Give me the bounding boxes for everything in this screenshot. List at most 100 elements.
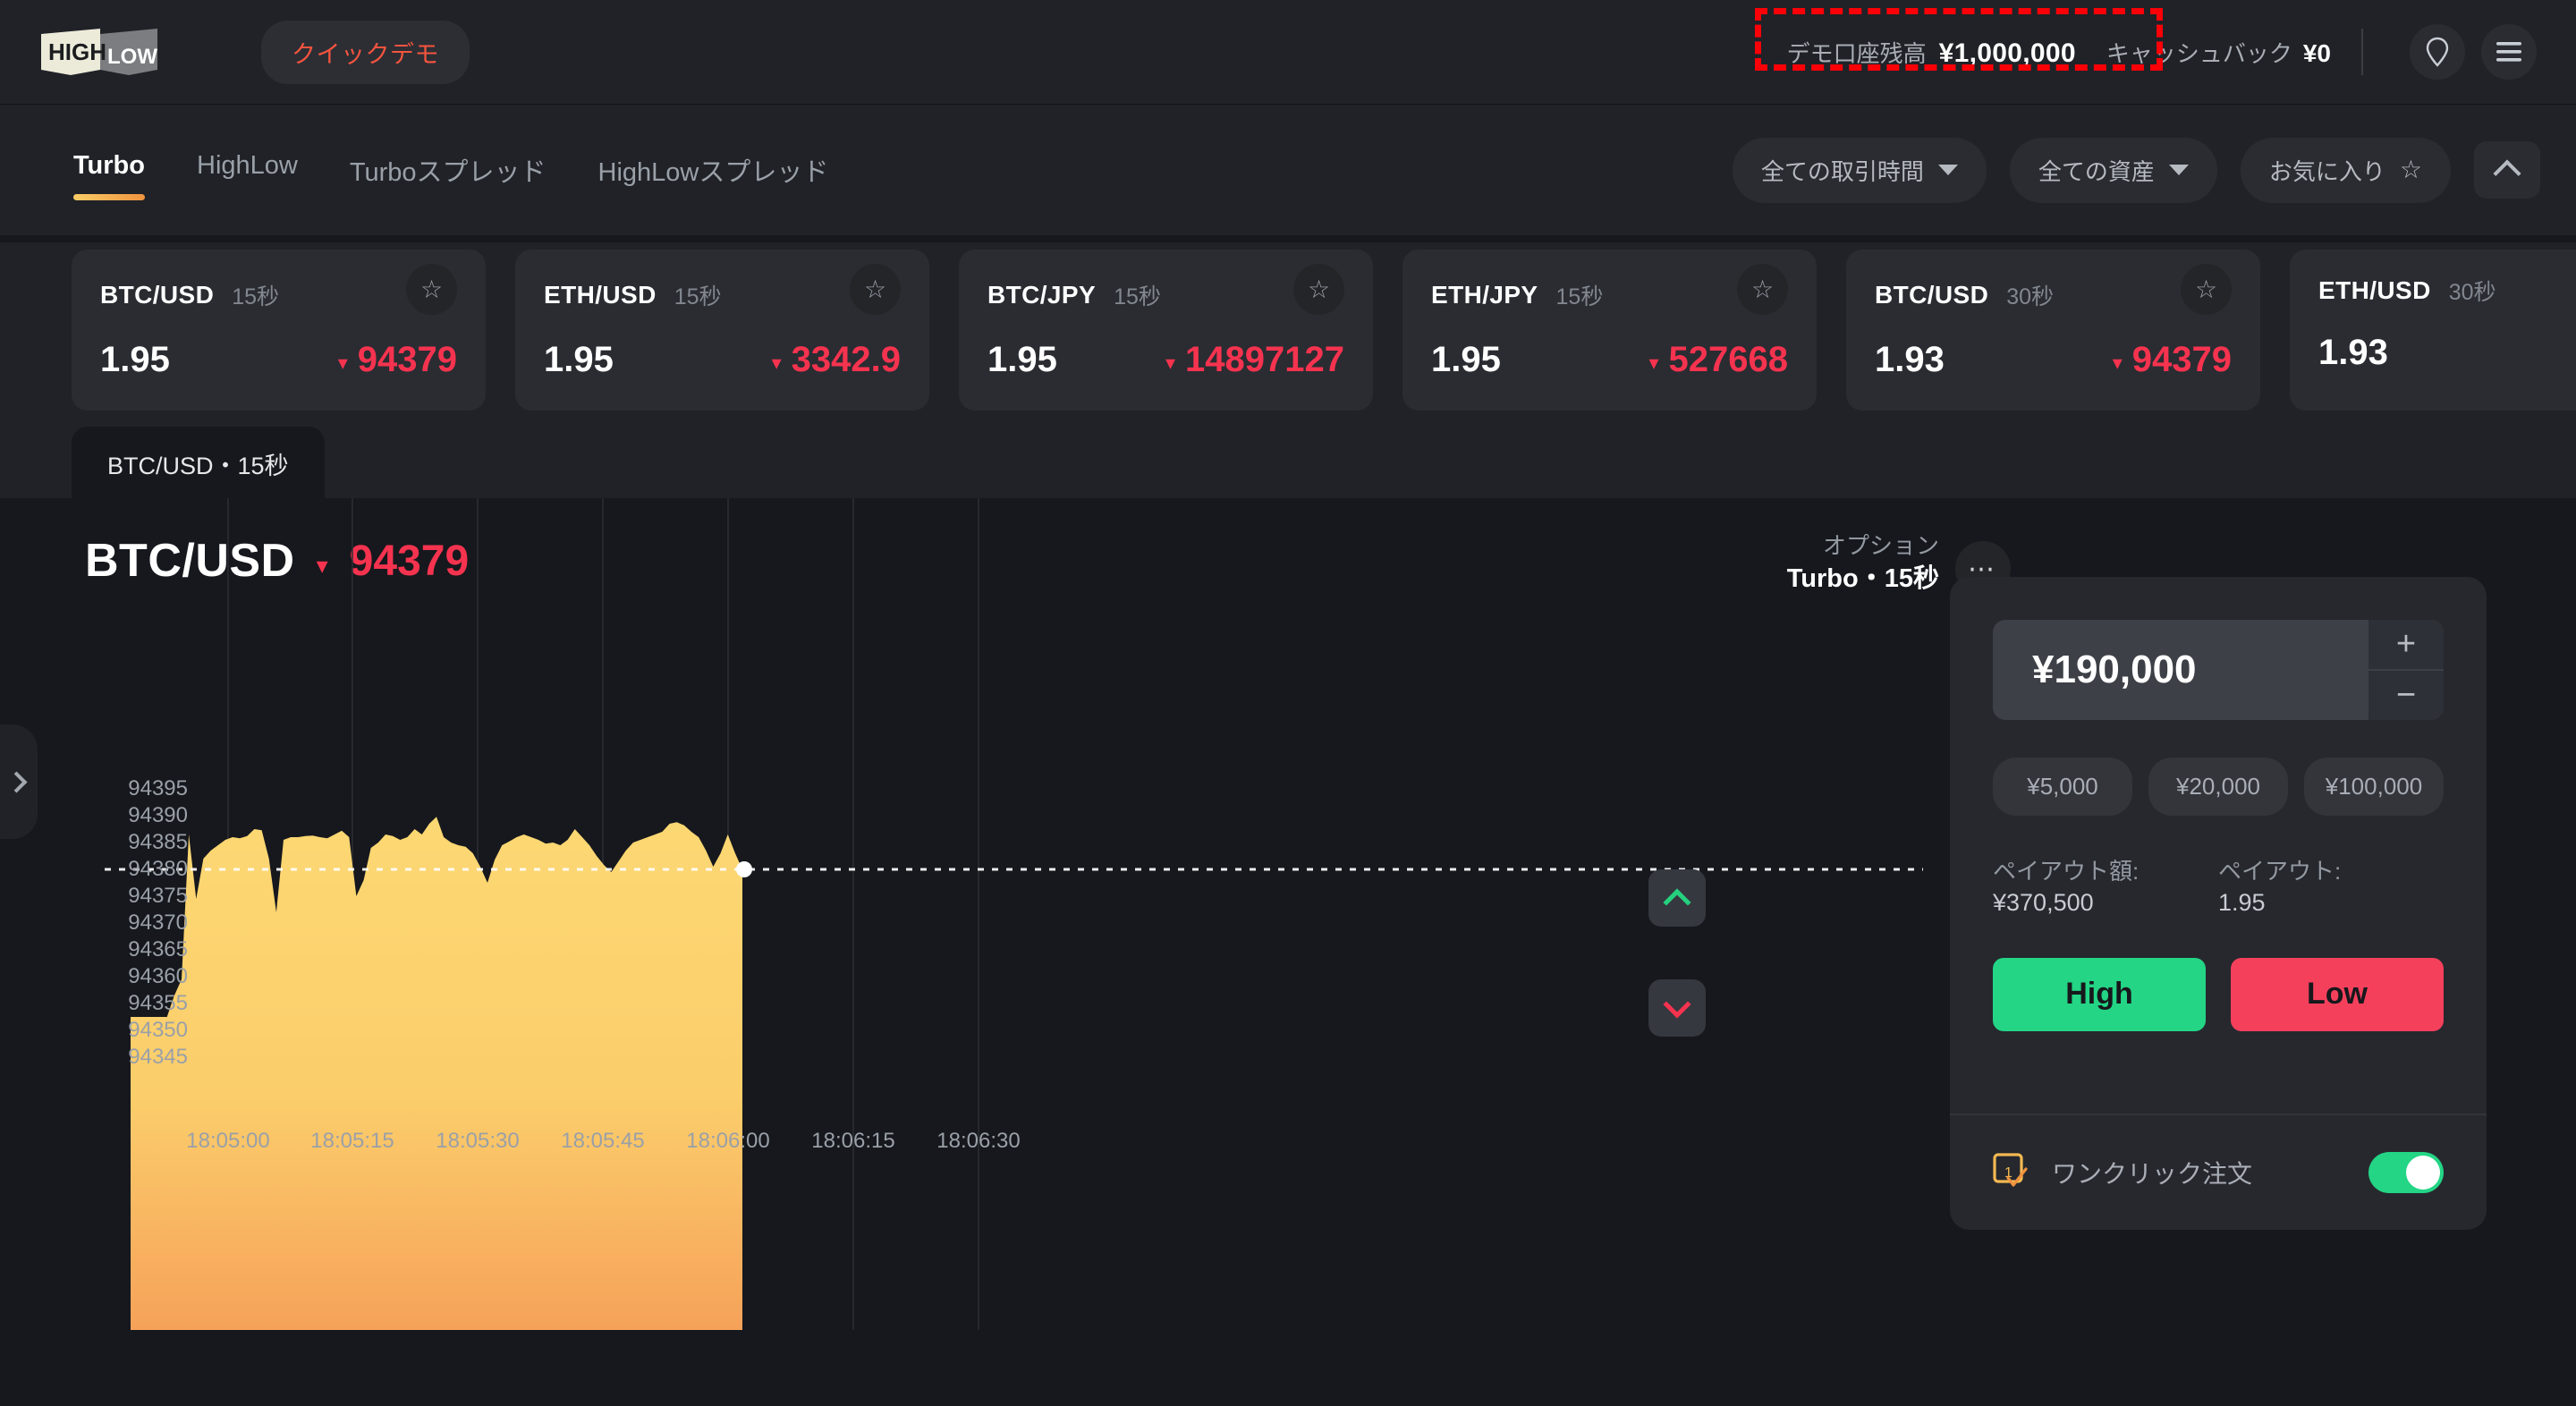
y-axis-label: 94370 xyxy=(128,911,188,935)
asset-card-list[interactable]: BTC/USD 15秒 ☆ 1.95 ▾ 94379 ETH/USD 15秒 ☆… xyxy=(0,242,2576,418)
chart-tab-row: BTC/USD・15秒 xyxy=(0,418,2576,503)
filter-trade-duration[interactable]: 全ての取引時間 xyxy=(1732,137,1987,203)
favorite-star-icon[interactable]: ☆ xyxy=(406,264,457,315)
asset-card[interactable]: BTC/USD 15秒 ☆ 1.95 ▾ 94379 xyxy=(72,250,486,411)
cashback-area: キャッシュバック ¥0 xyxy=(2106,36,2331,69)
x-axis-label: 18:05:15 xyxy=(310,1129,394,1153)
chart-high-quick-button[interactable] xyxy=(1648,869,1706,927)
hamburger-menu-button[interactable] xyxy=(2481,24,2537,80)
filter-favorites-label: お気に入り xyxy=(2268,157,2385,185)
amount-decrease-button[interactable]: − xyxy=(2368,671,2444,720)
asset-pair: ETH/USD xyxy=(544,280,657,309)
asset-card[interactable]: ETH/USD 30秒 1.93 › xyxy=(2290,250,2576,411)
payout-amount-value: ¥370,500 xyxy=(1993,888,2094,916)
asset-duration: 15秒 xyxy=(232,284,280,309)
trade-amount-field[interactable]: ¥190,000 + − xyxy=(1993,620,2444,720)
header-right-group: デモ口座残高 ¥1,000,000 キャッシュバック ¥0 xyxy=(1754,0,2576,104)
asset-duration: 15秒 xyxy=(1114,284,1161,309)
filter-assets[interactable]: 全ての資産 xyxy=(2009,137,2217,203)
asset-card-header: BTC/USD 30秒 ☆ xyxy=(1875,264,2232,315)
asset-card[interactable]: ETH/USD 15秒 ☆ 1.95 ▾ 3342.9 xyxy=(515,250,929,411)
chevron-down-icon xyxy=(1937,165,1958,175)
one-click-order-glyph: 1 xyxy=(1993,1153,2028,1187)
price-chart-plot[interactable]: 94395 94390 94385 94380 94375 94370 9436… xyxy=(0,498,1923,1406)
asset-card-body: 1.95 ▾ 527668 xyxy=(1431,340,1788,380)
header-divider xyxy=(2361,29,2363,75)
x-axis-label: 18:05:45 xyxy=(561,1129,645,1153)
product-tabbar: Turbo HighLow Turboスプレッド HighLowスプレッド 全て… xyxy=(0,105,2576,235)
low-button[interactable]: Low xyxy=(2231,957,2444,1031)
asset-card[interactable]: ETH/JPY 15秒 ☆ 1.95 ▾ 527668 xyxy=(1402,250,1817,411)
demo-balance: デモ口座残高 ¥1,000,000 xyxy=(1771,23,2092,81)
y-axis-label: 94385 xyxy=(128,830,188,854)
filter-favorites[interactable]: お気に入り ☆ xyxy=(2240,137,2451,203)
quick-demo-button[interactable]: クイックデモ xyxy=(261,20,470,84)
y-axis-label: 94355 xyxy=(128,991,188,1015)
x-axis-label: 18:06:15 xyxy=(811,1129,895,1153)
payout-amount-label: ペイアウト額: xyxy=(1993,858,2140,885)
trend-down-icon: ▾ xyxy=(337,351,348,374)
asset-price-group: ▾ 14897127 xyxy=(1165,340,1344,380)
trend-down-icon: ▾ xyxy=(771,351,782,374)
favorite-star-icon[interactable]: ☆ xyxy=(1293,264,1344,315)
asset-payout: 1.95 xyxy=(1431,340,1501,379)
y-axis-label: 94380 xyxy=(128,857,188,881)
price-chart-svg xyxy=(105,498,1923,1330)
asset-card[interactable]: BTC/JPY 15秒 ☆ 1.95 ▾ 14897127 xyxy=(959,250,1373,411)
asset-price-group: ▾ 527668 xyxy=(1648,340,1788,380)
tab-highlow-spread[interactable]: HighLowスプレッド xyxy=(598,151,829,208)
tab-turbo[interactable]: Turbo xyxy=(73,151,145,200)
one-click-order-toggle[interactable] xyxy=(2368,1152,2444,1193)
payout-info: ペイアウト額: ¥370,500 ペイアウト: 1.95 xyxy=(1993,857,2444,919)
asset-payout: 1.93 xyxy=(1875,340,1945,379)
asset-duration: 15秒 xyxy=(674,284,722,309)
quick-amount-chip[interactable]: ¥100,000 xyxy=(2304,758,2444,816)
one-click-order-row: 1 ワンクリック注文 xyxy=(1950,1114,2487,1230)
trade-amount-value[interactable]: ¥190,000 xyxy=(1993,620,2368,720)
tab-turbo-spread[interactable]: Turboスプレッド xyxy=(350,151,547,208)
hamburger-menu-icon xyxy=(2496,42,2521,62)
favorite-star-icon[interactable]: ☆ xyxy=(850,264,901,315)
chevron-down-red-icon xyxy=(1663,989,1691,1019)
asset-price: 14897127 xyxy=(1185,340,1344,379)
favorite-star-icon[interactable]: ☆ xyxy=(1737,264,1788,315)
toggle-knob xyxy=(2406,1156,2440,1190)
asset-card-header: ETH/USD 30秒 xyxy=(2318,275,2576,307)
quick-amount-chip[interactable]: ¥20,000 xyxy=(2148,758,2288,816)
asset-price: 527668 xyxy=(1668,340,1788,379)
svg-text:LOW: LOW xyxy=(107,45,157,69)
one-click-order-label: ワンクリック注文 xyxy=(2052,1160,2253,1188)
highlow-trading-app: HIGH LOW クイックデモ デモ口座残高 ¥1,000,000 キャッシュバ… xyxy=(0,0,2576,1406)
asset-card-body: 1.93 ▾ 94379 xyxy=(1875,340,2232,380)
asset-card-body: 1.93 › xyxy=(2318,332,2576,373)
asset-payout: 1.95 xyxy=(100,340,170,379)
highlow-logo[interactable]: HIGH LOW xyxy=(39,25,209,79)
asset-card[interactable]: BTC/USD 30秒 ☆ 1.93 ▾ 94379 xyxy=(1846,250,2260,411)
balance-value: ¥1,000,000 xyxy=(1938,38,2076,68)
asset-duration: 15秒 xyxy=(1555,284,1604,309)
asset-card-body: 1.95 ▾ 14897127 xyxy=(987,340,1344,380)
amount-steppers: + − xyxy=(2368,620,2444,720)
cashback-label: キャッシュバック xyxy=(2106,39,2292,67)
asset-card-body: 1.95 ▾ 94379 xyxy=(100,340,457,380)
favorite-star-icon[interactable]: ☆ xyxy=(2181,264,2232,315)
location-pin-button[interactable] xyxy=(2410,24,2465,80)
chart-low-quick-button[interactable] xyxy=(1648,979,1706,1037)
x-axis-label: 18:05:00 xyxy=(186,1129,270,1153)
chevron-up-green-icon xyxy=(1663,887,1691,917)
asset-pair: ETH/JPY xyxy=(1431,280,1538,309)
asset-card-header: ETH/USD 15秒 ☆ xyxy=(544,264,901,315)
amount-increase-button[interactable]: + xyxy=(2368,620,2444,671)
highlow-logo-icon: HIGH LOW xyxy=(41,29,157,75)
collapse-assets-button[interactable] xyxy=(2474,141,2540,199)
payout-rate-label: ペイアウト: xyxy=(2218,858,2342,885)
one-click-order-icon: 1 xyxy=(1993,1153,2030,1192)
tab-highlow[interactable]: HighLow xyxy=(197,151,298,200)
y-axis-label: 94360 xyxy=(128,964,188,988)
asset-price-group: ▾ 94379 xyxy=(2113,340,2232,380)
svg-text:HIGH: HIGH xyxy=(48,38,106,65)
balance-area: デモ口座残高 ¥1,000,000 xyxy=(1754,7,2163,81)
chart-tab-btcusd-15s[interactable]: BTC/USD・15秒 xyxy=(72,427,325,503)
quick-amount-chip[interactable]: ¥5,000 xyxy=(1993,758,2132,816)
high-button[interactable]: High xyxy=(1993,957,2206,1031)
